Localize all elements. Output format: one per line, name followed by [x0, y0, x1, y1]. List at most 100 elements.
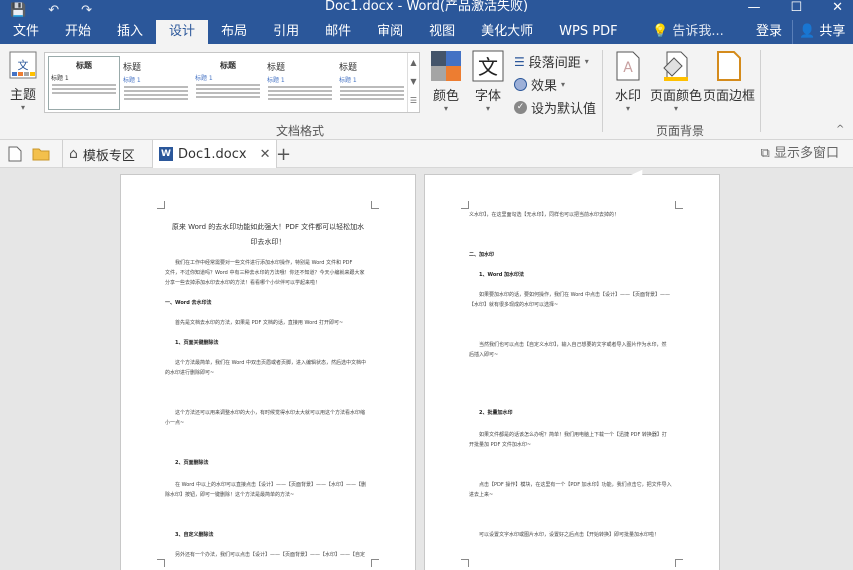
- margin-corner: [675, 201, 683, 209]
- paragraph-line: 如果要加水印的话，要如何操作，我们在 Word 中点击【设计】——【页面背景】—…: [479, 292, 671, 298]
- close-tab-icon[interactable]: ✕: [260, 147, 271, 162]
- open-folder-icon[interactable]: [32, 140, 50, 168]
- style-set-item[interactable]: 标题 标题 1: [48, 56, 120, 110]
- window-controls: — ☐ ✕: [747, 0, 843, 15]
- style-set-item[interactable]: 标题 标题 1: [336, 56, 408, 110]
- share-button[interactable]: 👤 共享: [792, 20, 845, 44]
- scroll-down-icon[interactable]: ▼: [408, 72, 419, 91]
- document-tab-strip: ⌂ 模板专区 W Doc1.docx ✕ + ⧉ 显示多窗口: [0, 140, 853, 168]
- paragraph-line: 文件，不过你知道吗？Word 中有三种去水印的方法哦！你还不知道？今天小编就来跟…: [165, 270, 365, 276]
- margin-corner: [371, 559, 379, 567]
- tab-layout[interactable]: 布局: [208, 20, 260, 44]
- tab-insert[interactable]: 插入: [104, 20, 156, 44]
- chevron-down-icon: ▾: [485, 104, 490, 113]
- document-canvas: 原来 Word 的去水印功能如此强大！PDF 文件都可以轻松加水 印去水印！ 我…: [0, 168, 853, 570]
- tab-review[interactable]: 审阅: [364, 20, 416, 44]
- lightbulb-icon: 💡: [652, 24, 669, 39]
- page-color-icon: [663, 51, 688, 81]
- page-borders-icon: [717, 51, 741, 81]
- group-divider: [760, 50, 761, 132]
- paragraph-line: 这个方法最简单，我们在 Word 中双击页眉或者页脚，进入编辑状态，然后选中文档…: [175, 360, 367, 366]
- style-set-item[interactable]: 标题 标题 1: [120, 56, 192, 110]
- paragraph-line: 除水印】按钮，即可一键删除！这个方法是最简单的方法~: [165, 492, 295, 498]
- paragraph-line: 这个方法还可以用来调整水印的大小，有时候觉得水印太大就可以用这个方法看水印缩: [175, 410, 366, 416]
- subsection-heading: 2、批量加水印: [479, 410, 513, 416]
- document-page[interactable]: 原来 Word 的去水印功能如此强大！PDF 文件都可以轻松加水 印去水印！ 我…: [120, 174, 416, 570]
- watermark-label: 水印: [614, 89, 641, 104]
- colors-button[interactable]: 颜色 ▾: [428, 50, 464, 113]
- paragraph-line: 在 Word 中以上的水印可以直接点击【设计】——【页面背景】——【水印】——【…: [175, 482, 367, 488]
- paragraph-line: 进去上来~: [469, 492, 494, 498]
- chevron-down-icon: ▾: [584, 57, 589, 66]
- themes-button[interactable]: 文 主题 ▾: [4, 50, 42, 112]
- margin-corner: [157, 559, 165, 567]
- tab-home[interactable]: 开始: [52, 20, 104, 44]
- tab-wps-pdf[interactable]: WPS PDF: [546, 20, 630, 44]
- paragraph-line: 首先是文档去水印的方法，如果是 PDF 文档的话，直接用 Word 打开即可~: [175, 320, 344, 326]
- themes-label: 主题: [9, 88, 36, 103]
- gallery-more-icon[interactable]: ☰: [408, 91, 419, 110]
- paragraph-line: 后插入即可~: [469, 352, 499, 358]
- section-heading: 一、Word 去水印法: [165, 300, 212, 306]
- paragraph-spacing-button[interactable]: ☰ 段落间距 ▾: [514, 52, 589, 72]
- style-set-item[interactable]: 标题 标题 1: [264, 56, 336, 110]
- title-bar: 💾 ↶ ↷ Doc1.docx - Word(产品激活失败) — ☐ ✕: [0, 0, 853, 20]
- subsection-heading: 3、自定义删除法: [175, 532, 214, 538]
- style-set-item[interactable]: 标题 标题 1: [192, 56, 264, 110]
- chevron-down-icon: ▾: [673, 104, 678, 113]
- tab-design[interactable]: 设计: [156, 20, 209, 44]
- paragraph-line: 小一点~: [165, 420, 185, 426]
- page-color-button[interactable]: 页面颜色 ▾: [650, 50, 702, 113]
- doc-title-line: 印去水印！: [250, 238, 286, 246]
- add-tab-button[interactable]: +: [276, 140, 291, 168]
- collapse-ribbon-icon[interactable]: ^: [836, 124, 844, 135]
- paragraph-spacing-icon: ☰: [514, 54, 525, 69]
- doc-title-line: 原来 Word 的去水印功能如此强大！PDF 文件都可以轻松加水: [171, 223, 365, 231]
- fonts-label: 字体: [474, 89, 501, 104]
- paragraph-line: 【水印】就有很多现成的水印可以选择~: [469, 302, 559, 308]
- watermark-button[interactable]: A 水印 ▾: [608, 50, 648, 113]
- subsection-heading: 1、Word 加水印法: [479, 272, 525, 278]
- maximize-icon[interactable]: ☐: [790, 0, 802, 15]
- subsection-heading: 1、页面关键删除法: [175, 340, 219, 346]
- tab-mailings[interactable]: 邮件: [312, 20, 364, 44]
- margin-corner: [371, 201, 379, 209]
- doc-tab-doc1[interactable]: W Doc1.docx ✕: [152, 140, 278, 168]
- effects-button[interactable]: 效果 ▾: [514, 75, 565, 94]
- set-as-default-button[interactable]: ✓ 设为默认值: [514, 98, 596, 117]
- chevron-down-icon: ▾: [561, 80, 566, 89]
- paragraph-line: 义水印】，在这里面勾选【无水印】，同样也可以把当前水印去掉的！: [469, 212, 620, 218]
- minimize-icon[interactable]: —: [747, 0, 760, 15]
- new-document-icon[interactable]: [8, 140, 22, 168]
- svg-text:A: A: [623, 60, 633, 76]
- tab-references[interactable]: 引用: [260, 20, 312, 44]
- tab-file[interactable]: 文件: [0, 20, 52, 44]
- template-zone-tab[interactable]: ⌂ 模板专区: [62, 140, 135, 168]
- colors-icon: [431, 51, 461, 81]
- tell-me-search[interactable]: 💡 告诉我...: [652, 20, 724, 44]
- svg-text:文: 文: [18, 58, 29, 72]
- page-borders-label: 页面边框: [703, 89, 756, 104]
- close-window-icon[interactable]: ✕: [832, 0, 843, 15]
- ribbon-design: 文 主题 ▾ 标题 标题 1 标题 标题 1 标题 标题 1 标题 标题 1 标…: [0, 44, 853, 140]
- user-icon: 👤: [799, 24, 816, 39]
- tab-view[interactable]: 视图: [416, 20, 468, 44]
- scroll-up-icon[interactable]: ▲: [408, 53, 419, 72]
- section-heading: 二、加水印: [469, 252, 495, 258]
- gallery-scroll[interactable]: ▲ ▼ ☰: [407, 53, 419, 112]
- effects-icon: [514, 78, 527, 91]
- margin-corner: [461, 201, 469, 209]
- login-button[interactable]: 登录: [756, 20, 782, 44]
- tab-beautify-master[interactable]: 美化大师: [468, 20, 546, 44]
- paragraph-line: 点击【PDF 操作】模块，在这里有一个【PDF 加水印】功能，我们点击它，把文件…: [479, 482, 672, 488]
- ribbon-tab-bar: 文件 开始 插入 设计 布局 引用 邮件 审阅 视图 美化大师 WPS PDF …: [0, 20, 853, 44]
- margin-corner: [675, 559, 683, 567]
- paragraph-line: 当然我们也可以点击【自定义水印】，输入自己想要的文字或者导入图片作为水印，然: [479, 342, 667, 348]
- show-multi-window-button[interactable]: ⧉ 显示多窗口: [761, 140, 839, 168]
- document-page[interactable]: 义水印】，在这里面勾选【无水印】，同样也可以把当前水印去掉的！ 二、加水印 1、…: [424, 174, 720, 570]
- margin-corner: [461, 559, 469, 567]
- fonts-button[interactable]: 文 字体 ▾: [470, 50, 506, 113]
- subsection-heading: 2、页面删除法: [175, 460, 209, 466]
- paragraph-line: 开批量加 PDF 文件加水印~: [469, 442, 532, 448]
- page-borders-button[interactable]: 页面边框: [703, 50, 755, 104]
